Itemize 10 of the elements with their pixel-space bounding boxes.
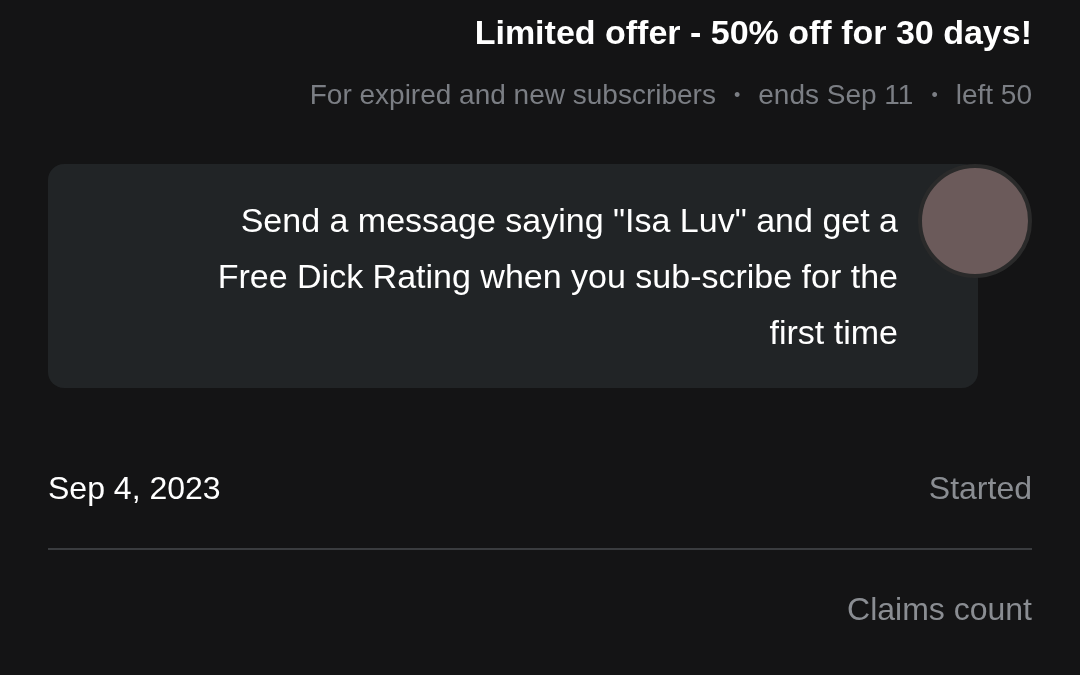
message-text: Send a message saying "Isa Luv" and get a Free Dick Rating when you sub-scribe for the first time <box>216 200 898 353</box>
offer-detail: For expired and new subscribers <box>309 78 716 112</box>
separator-dot: • <box>733 83 741 107</box>
row-label: Started <box>928 469 1032 508</box>
row-label: Claims count <box>847 590 1032 629</box>
offer-title: Limited offer - 50% off for 30 days! <box>474 12 1032 52</box>
offer-detail: ends Sep 11 <box>758 78 914 112</box>
row-value: Sep 4, 2023 <box>48 469 221 508</box>
offer-detail: left 50 <box>955 78 1032 112</box>
separator-dot: • <box>931 83 938 107</box>
